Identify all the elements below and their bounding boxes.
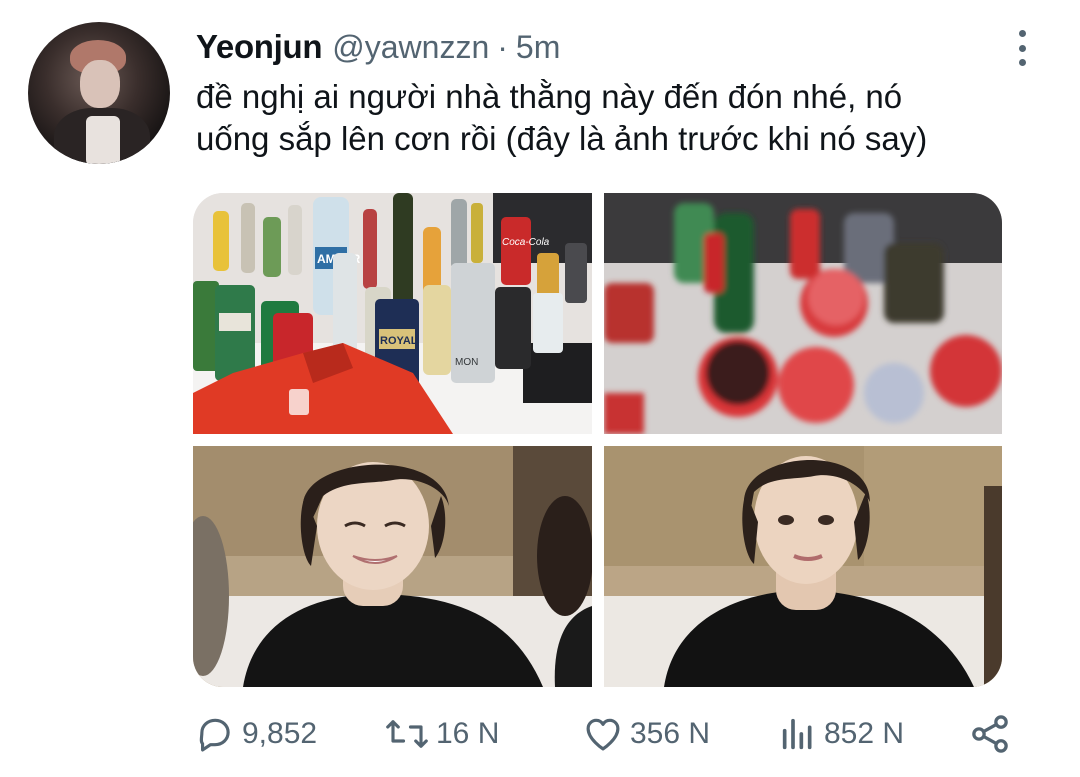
tweet-header: Yeonjun @yawnzzn · 5m xyxy=(196,26,560,68)
retweet-icon xyxy=(386,720,428,748)
more-vertical-icon[interactable] xyxy=(1010,30,1034,66)
tweet-text: đề nghị ai người nhà thằng này đến đón n… xyxy=(196,76,1056,160)
like-button[interactable]: 356 N xyxy=(582,705,710,763)
more-dot xyxy=(1018,44,1026,52)
like-count: 356 N xyxy=(630,717,711,750)
comment-bubble-icon xyxy=(199,718,230,752)
tweet: Yeonjun @yawnzzn · 5m đề nghị ai người n… xyxy=(0,0,1080,777)
separator-dot: · xyxy=(497,28,508,65)
blurry-cups-photo[interactable] xyxy=(604,193,1002,434)
man-portrait-illustration xyxy=(604,446,1002,687)
reply-button[interactable]: 9,852 xyxy=(194,705,317,763)
more-dot xyxy=(1018,30,1026,37)
share-icon xyxy=(972,715,1008,753)
share-button[interactable] xyxy=(968,705,1012,763)
drinks-table-photo[interactable]: AMPER Coca-Cola ROYAL xyxy=(193,193,592,434)
heart-icon xyxy=(586,718,620,751)
can-text-mon: MON xyxy=(455,357,478,368)
more-dot xyxy=(1018,59,1026,66)
man-portrait-photo[interactable] xyxy=(604,446,1002,687)
avatar-face xyxy=(80,60,120,108)
reply-count: 9,852 xyxy=(242,717,318,750)
retweet-button[interactable]: 16 N xyxy=(384,705,499,763)
tweet-text-line: uống sắp lên cơn rồi (đây là ảnh trước k… xyxy=(196,120,928,157)
smiling-man-photo[interactable] xyxy=(193,446,592,687)
avatar[interactable] xyxy=(28,22,170,164)
retweet-count: 16 N xyxy=(436,717,500,750)
media-grid: AMPER Coca-Cola ROYAL xyxy=(193,193,1002,687)
tweet-text-line: đề nghị ai người nhà thằng này đến đón n… xyxy=(196,78,903,115)
smiling-man-illustration xyxy=(193,446,592,687)
views-count: 852 N xyxy=(824,717,905,750)
author-name[interactable]: Yeonjun xyxy=(196,28,323,66)
action-bar: 9,852 16 N 356 N 852 N xyxy=(0,705,1080,763)
drinks-table-illustration: AMPER Coca-Cola ROYAL xyxy=(193,193,592,434)
can-text-royal: ROYAL xyxy=(380,335,418,347)
views-bar-chart-icon xyxy=(782,718,812,750)
can-text-coke: Coca-Cola xyxy=(502,237,550,248)
author-handle[interactable]: @yawnzzn xyxy=(332,29,489,66)
views-button[interactable]: 852 N xyxy=(778,705,904,763)
timestamp[interactable]: 5m xyxy=(516,29,560,66)
avatar-shirt xyxy=(86,116,120,164)
blurry-cups-illustration xyxy=(604,193,1002,434)
